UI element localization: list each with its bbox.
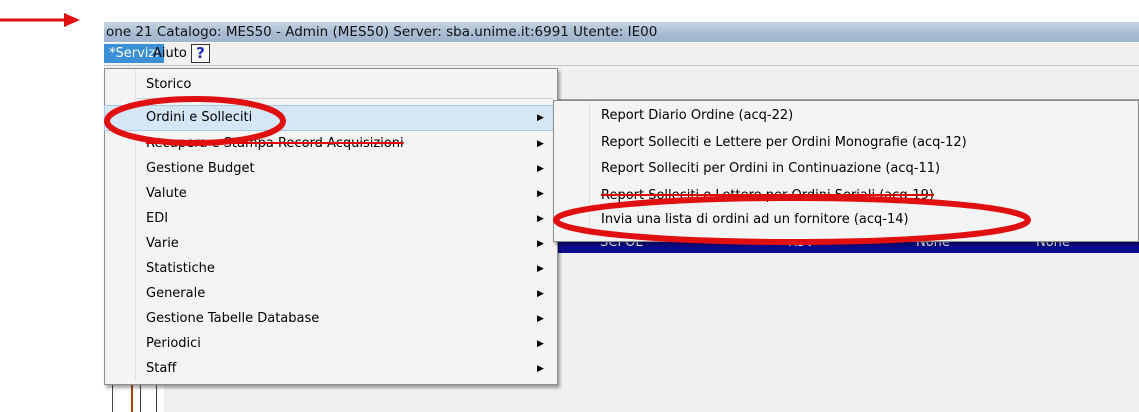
annotation-overlay: [104, 96, 1031, 245]
annotation-oval-ordini: [104, 96, 286, 146]
annotation-oval-invia-lista: [553, 195, 1031, 245]
